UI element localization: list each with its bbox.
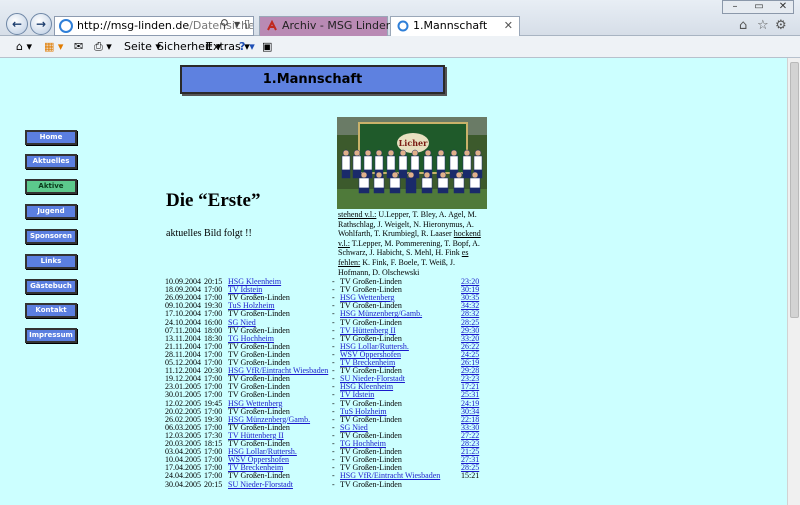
page-menu-label: Seite [124, 40, 152, 53]
dropdown-arrow-icon[interactable]: ▾ [234, 17, 240, 31]
favorites-star-icon[interactable]: ☆ [757, 18, 769, 33]
menu-button-impressum[interactable]: Impressum [25, 328, 77, 343]
menu-button-home[interactable]: Home [25, 130, 77, 145]
menu-button-aktive[interactable]: Aktive [25, 179, 77, 194]
tab-label: Archiv - MSG Linden [282, 19, 393, 32]
ie-page-icon [59, 19, 73, 33]
extras-menu-label: Extras [206, 40, 241, 53]
help-icon[interactable]: ? ▾ [239, 39, 255, 55]
research-icon[interactable]: ▣ [262, 39, 272, 55]
security-menu-label: Sicherheit [157, 40, 213, 53]
menu-button-g-stebuch[interactable]: Gästebuch [25, 279, 77, 294]
svg-text:Licher: Licher [399, 138, 428, 148]
tab-favicon-icon [267, 20, 277, 31]
gear-icon[interactable]: ⚙ [775, 18, 787, 33]
mail-icon[interactable]: ✉ [74, 39, 83, 55]
tab-archiv[interactable]: Archiv - MSG Linden [259, 16, 393, 36]
maximize-icon[interactable]: ▭ [747, 1, 771, 14]
back-button[interactable]: ← [6, 13, 28, 35]
photo-note: aktuelles Bild folgt !! [166, 228, 252, 239]
fixture-date: 30.04.2005 [165, 479, 201, 489]
tab-1-mannschaft[interactable]: 1.Mannschaft ✕ [390, 16, 520, 36]
compat-view-icon[interactable]: ▯ [244, 17, 250, 30]
fixture-score: 15:21 [461, 471, 480, 481]
team-photo: Licher [337, 117, 487, 209]
tab-label: 1.Mannschaft [413, 19, 488, 32]
address-host: http://msg-linden.de [77, 19, 190, 32]
photo-caption: stehend v.l.: U.Lepper, T. Bley, A. Agel… [338, 210, 488, 277]
fixture-dash: - [332, 479, 335, 489]
fixture-away: TV Großen-Linden [340, 479, 402, 489]
minimize-icon[interactable]: – [723, 1, 747, 14]
home-command-icon[interactable]: ⌂ ▾ [16, 39, 32, 55]
scrollbar-thumb[interactable] [790, 62, 799, 318]
close-icon[interactable]: ✕ [771, 1, 795, 14]
title-bar: ← → http://msg-linden.de/Datensicherung-… [0, 0, 800, 36]
standing-label: stehend v.l.: [338, 210, 377, 219]
page-header-banner: 1.Mannschaft [180, 65, 445, 94]
menu-button-jugend[interactable]: Jugend [25, 204, 77, 219]
tab-ie-icon [397, 20, 409, 32]
vertical-scrollbar[interactable] [787, 58, 800, 505]
fixture-time: 20:15 [204, 479, 223, 489]
menu-button-aktuelles[interactable]: Aktuelles [25, 154, 77, 169]
crouching-names: T.Lepper, M. Pommerening, T. Bopf, A. Sc… [338, 238, 480, 258]
fixture-home-link[interactable]: SU Nieder-Florstadt [228, 480, 293, 489]
home-icon[interactable]: ⌂ [739, 18, 747, 33]
menu-button-sponsoren[interactable]: Sponsoren [25, 229, 77, 244]
menu-button-links[interactable]: Links [25, 254, 77, 269]
print-icon[interactable]: ⎙ ▾ [94, 39, 112, 55]
tab-close-icon[interactable]: ✕ [504, 17, 513, 35]
menu-button-kontakt[interactable]: Kontakt [25, 303, 77, 318]
browser-chrome: ← → http://msg-linden.de/Datensicherung-… [0, 0, 800, 58]
search-icon[interactable]: ⚲ [220, 17, 229, 31]
team-heading: Die “Erste” [166, 190, 261, 211]
page-menu[interactable]: Seite ▾ [124, 39, 161, 55]
command-bar: ⌂ ▾ ▦ ▾ ✉ ⎙ ▾ Seite ▾ Sicherheit ▾ Extra… [0, 36, 800, 58]
window-controls: – ▭ ✕ [722, 0, 794, 14]
rss-feed-icon[interactable]: ▦ ▾ [44, 39, 63, 55]
forward-button[interactable]: → [30, 13, 52, 35]
